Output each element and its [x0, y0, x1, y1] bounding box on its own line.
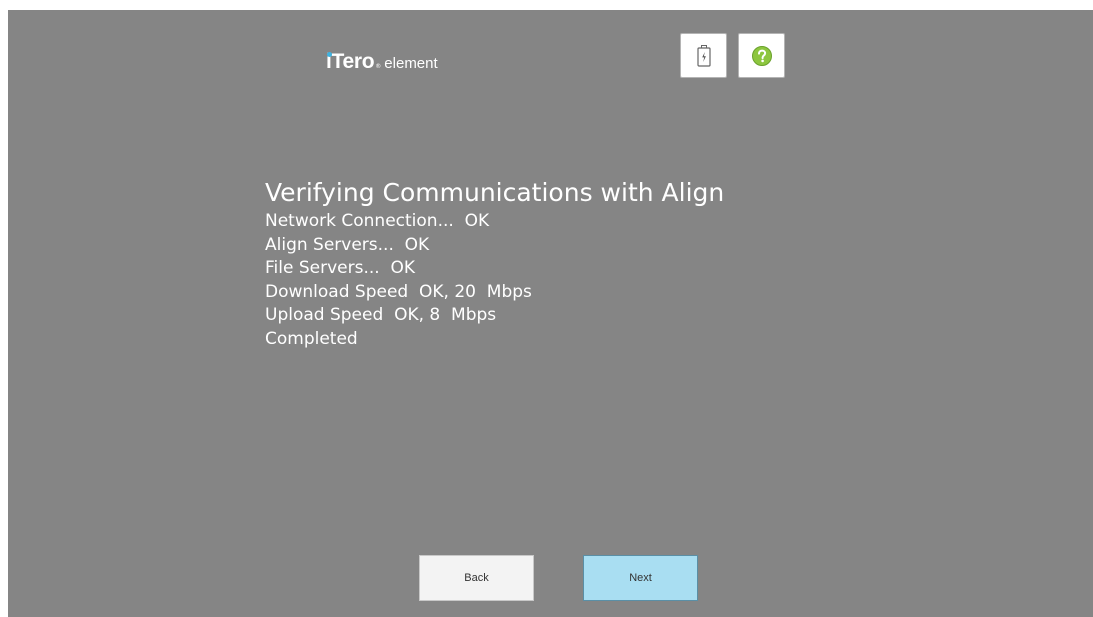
logo-dot-icon — [327, 52, 332, 57]
verification-screen: iTero ® element Verifying Communications… — [8, 10, 1093, 617]
logo-subtitle: element — [384, 55, 438, 72]
battery-charging-icon — [696, 44, 711, 67]
logo-mark-text: iTero — [326, 50, 375, 73]
status-line-upload-speed: Upload Speed OK, 8 Mbps — [265, 305, 497, 325]
status-list: Network Connection... OK Align Servers..… — [265, 210, 724, 351]
status-line-align-servers: Align Servers... OK — [265, 234, 430, 255]
logo-mark: iTero — [326, 50, 375, 74]
next-button[interactable]: Next — [583, 555, 698, 601]
status-line-download-speed: Download Speed OK, 20 Mbps — [265, 281, 532, 302]
logo-registered-mark: ® — [375, 63, 382, 70]
battery-status-button[interactable] — [680, 33, 727, 78]
status-line-network: Network Connection... OK — [265, 211, 490, 231]
status-line-completed: Completed — [265, 328, 358, 349]
help-icon — [751, 45, 772, 66]
itero-element-logo: iTero ® element — [326, 50, 438, 80]
page-title: Verifying Communications with Align — [265, 178, 725, 207]
help-button[interactable] — [738, 33, 785, 78]
verification-panel: Verifying Communications with Align Netw… — [265, 176, 724, 351]
status-line-file-servers: File Servers... OK — [265, 258, 416, 278]
back-button[interactable]: Back — [419, 555, 534, 601]
